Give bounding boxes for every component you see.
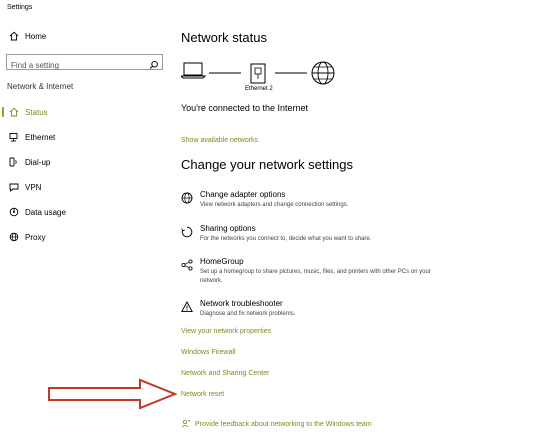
network-diagram — [181, 61, 335, 85]
phone-icon — [9, 157, 19, 167]
sidebar-item-dial-up[interactable]: Dial-up — [0, 152, 170, 172]
search-icon[interactable] — [149, 57, 159, 69]
connection-status: You're connected to the Internet — [181, 103, 308, 113]
search-box[interactable] — [6, 54, 163, 73]
section-label: Network & Internet — [7, 82, 74, 91]
network-reset-link[interactable]: Network reset — [181, 391, 224, 398]
show-available-networks-link[interactable]: Show available networks — [181, 137, 258, 144]
option-description: View network adapters and change connect… — [200, 202, 349, 208]
laptop-icon — [181, 62, 207, 79]
sidebar-item-home[interactable]: Home — [0, 26, 170, 46]
option-description: Set up a homegroup to share pictures, mu… — [200, 269, 431, 284]
windows-firewall-link[interactable]: Windows Firewall — [181, 349, 235, 356]
adapter-options-icon — [181, 191, 193, 204]
homegroup-icon — [181, 258, 193, 271]
sidebar-item-label: Data usage — [25, 207, 66, 217]
option-title: Network troubleshooter — [200, 299, 283, 308]
home-icon — [9, 31, 19, 41]
sidebar-item-label: VPN — [25, 182, 42, 192]
ethernet-adapter-icon — [250, 63, 266, 84]
sidebar-item-data-usage[interactable]: Data usage — [0, 202, 170, 222]
option-title: HomeGroup — [200, 257, 244, 266]
feedback-link[interactable]: Provide feedback about networking to the… — [181, 419, 372, 429]
sharing-options-icon — [181, 225, 193, 238]
sidebar-item-label: Proxy — [25, 232, 46, 242]
sidebar-item-label: Ethernet — [25, 132, 56, 142]
option-title: Sharing options — [200, 224, 256, 233]
sidebar-item-label: Dial-up — [25, 157, 51, 167]
change-settings-title: Change your network settings — [181, 157, 353, 172]
option-description: For the networks you connect to, decide … — [200, 236, 372, 242]
vpn-icon — [9, 182, 19, 192]
active-indicator — [2, 107, 4, 117]
home-status-icon — [9, 107, 19, 117]
annotation-arrow-icon — [48, 378, 178, 410]
view-network-properties-link[interactable]: View your network properties — [181, 328, 271, 335]
option-title: Change adapter options — [200, 190, 286, 199]
sidebar-item-label: Home — [25, 31, 47, 41]
feedback-icon — [181, 419, 191, 429]
globe-icon — [9, 232, 19, 242]
sidebar-item-proxy[interactable]: Proxy — [0, 227, 170, 247]
option-description: Diagnose and fix network problems. — [200, 311, 296, 317]
search-input[interactable] — [7, 58, 142, 73]
ethernet-icon — [9, 132, 19, 142]
sidebar-item-label: Status — [25, 107, 48, 117]
sidebar-item-status[interactable]: Status — [0, 102, 170, 122]
internet-globe-icon — [311, 61, 335, 85]
warning-icon — [181, 300, 193, 313]
network-status-title: Network status — [181, 30, 267, 45]
network-sharing-center-link[interactable]: Network and Sharing Center — [181, 370, 269, 377]
feedback-link-label: Provide feedback about networking to the… — [195, 420, 372, 428]
sidebar-item-vpn[interactable]: VPN — [0, 177, 170, 197]
adapter-caption: Ethernet 2 — [245, 86, 273, 92]
sidebar-item-ethernet[interactable]: Ethernet — [0, 127, 170, 147]
data-usage-icon — [9, 207, 19, 217]
